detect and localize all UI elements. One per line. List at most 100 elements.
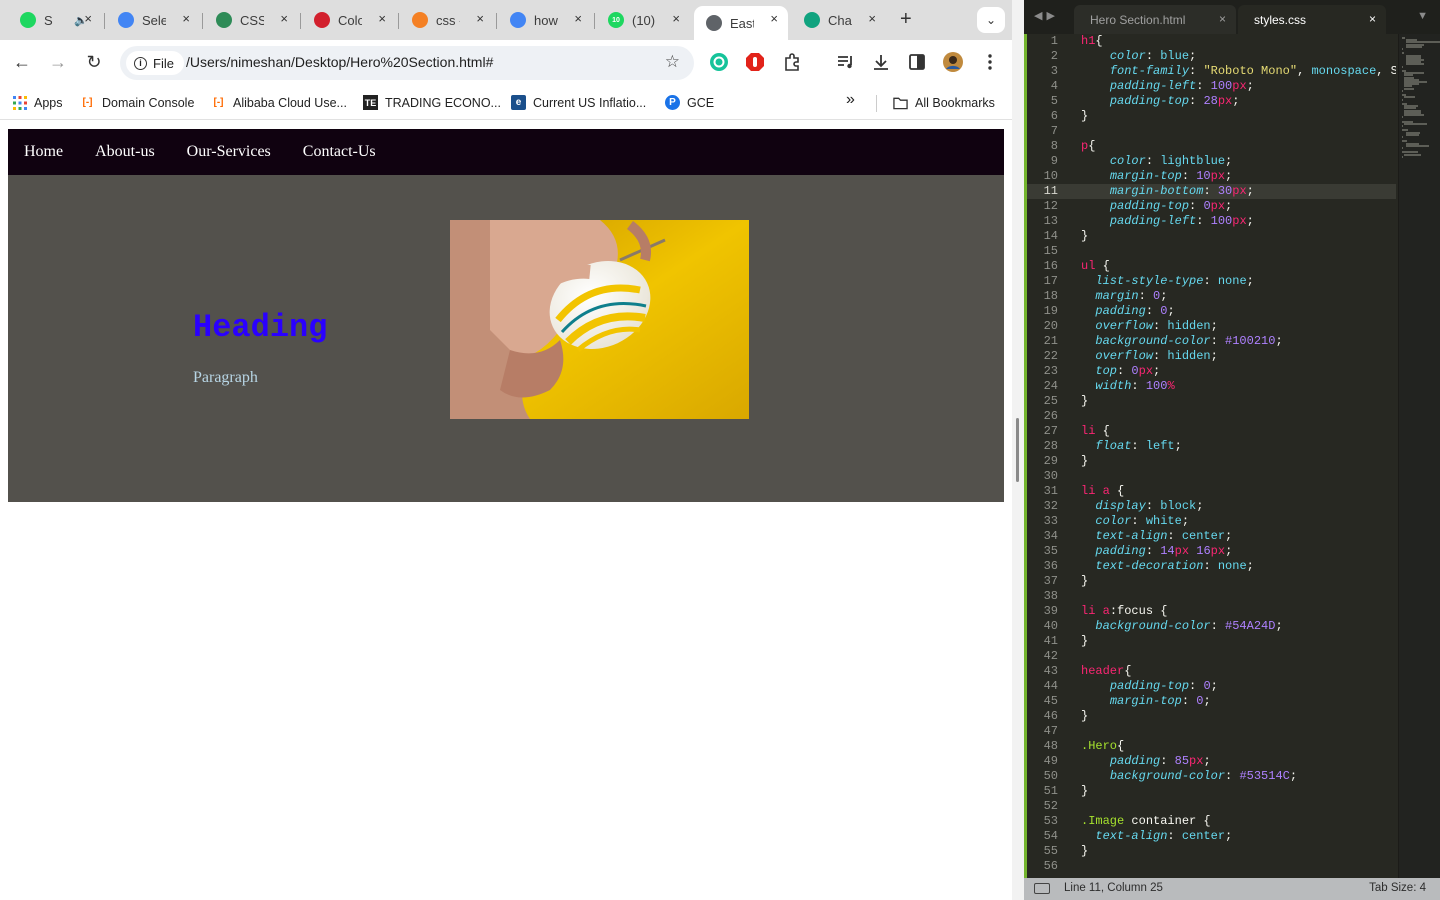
close-icon[interactable]: ×: [1369, 12, 1376, 26]
code-line[interactable]: 52: [1024, 799, 1396, 814]
editor-tab-css[interactable]: styles.css ×: [1238, 5, 1386, 34]
reload-button[interactable]: ↻: [83, 52, 105, 73]
code-line[interactable]: 53 .Image container {: [1024, 814, 1396, 829]
code-line[interactable]: 36 text-decoration: none;: [1024, 559, 1396, 574]
splitter-grip[interactable]: [1016, 418, 1019, 482]
code-line[interactable]: 48 .Hero{: [1024, 739, 1396, 754]
code-line[interactable]: 31 li a {: [1024, 484, 1396, 499]
code-line[interactable]: 44 padding-top: 0;: [1024, 679, 1396, 694]
code-line[interactable]: 23 top: 0px;: [1024, 364, 1396, 379]
close-icon[interactable]: ×: [476, 11, 484, 26]
bookmark-alibaba-cloud[interactable]: [-] Alibaba Cloud Use...: [211, 95, 347, 110]
grammarly-extension-icon[interactable]: [709, 52, 729, 72]
nav-link-home[interactable]: Home: [8, 129, 79, 175]
tab-scroll-arrows[interactable]: ◀▶: [1034, 9, 1059, 22]
profile-avatar[interactable]: [943, 52, 963, 72]
code-line[interactable]: 3 font-family: "Roboto Mono", monospace,…: [1024, 64, 1396, 79]
close-icon[interactable]: ×: [182, 11, 190, 26]
code-line[interactable]: 17 list-style-type: none;: [1024, 274, 1396, 289]
code-line[interactable]: 45 margin-top: 0;: [1024, 694, 1396, 709]
code-line[interactable]: 19 padding: 0;: [1024, 304, 1396, 319]
close-icon[interactable]: ×: [84, 11, 92, 26]
code-line[interactable]: 26: [1024, 409, 1396, 424]
code-line[interactable]: 10 margin-top: 10px;: [1024, 169, 1396, 184]
code-line[interactable]: 13 padding-left: 100px;: [1024, 214, 1396, 229]
tab-search-button[interactable]: ⌄: [977, 7, 1005, 33]
all-bookmarks-button[interactable]: All Bookmarks: [893, 95, 995, 110]
url-text[interactable]: /Users/nimeshan/Desktop/Hero%20Section.h…: [186, 54, 493, 70]
code-line[interactable]: 18 margin: 0;: [1024, 289, 1396, 304]
code-line[interactable]: 6}: [1024, 109, 1396, 124]
editor-tab-html[interactable]: Hero Section.html ×: [1074, 5, 1236, 34]
new-tab-button[interactable]: +: [900, 8, 912, 31]
code-line[interactable]: 28 float: left;: [1024, 439, 1396, 454]
browser-tab[interactable]: Easte ×: [694, 6, 788, 40]
adblock-extension-icon[interactable]: [745, 52, 765, 72]
browser-tab[interactable]: Colo ×: [302, 6, 396, 34]
bookmark-us-inflation[interactable]: e Current US Inflatio...: [511, 95, 646, 110]
browser-tab[interactable]: Selec ×: [106, 6, 200, 34]
browser-tab[interactable]: Chat ×: [792, 6, 886, 34]
close-icon[interactable]: ×: [1219, 12, 1226, 26]
tab-size[interactable]: Tab Size: 4: [1369, 882, 1426, 894]
code-line[interactable]: 9 color: lightblue;: [1024, 154, 1396, 169]
back-button[interactable]: ←: [11, 52, 33, 73]
code-line[interactable]: 8 p{: [1024, 139, 1396, 154]
site-info-chip[interactable]: i File: [126, 51, 184, 75]
code-line[interactable]: 56: [1024, 859, 1396, 874]
code-line[interactable]: 33 color: white;: [1024, 514, 1396, 529]
nav-link-about[interactable]: About-us: [79, 129, 171, 175]
code-line[interactable]: 38: [1024, 589, 1396, 604]
code-line[interactable]: 40 background-color: #54A24D;: [1024, 619, 1396, 634]
code-line[interactable]: 46}: [1024, 709, 1396, 724]
close-icon[interactable]: ×: [574, 11, 582, 26]
code-line[interactable]: 4 padding-left: 100px;: [1024, 79, 1396, 94]
code-line[interactable]: 54 text-align: center;: [1024, 829, 1396, 844]
code-line[interactable]: 27 li {: [1024, 424, 1396, 439]
code-line[interactable]: 16 ul {: [1024, 259, 1396, 274]
code-line[interactable]: 2 color: blue;: [1024, 49, 1396, 64]
code-line[interactable]: 41}: [1024, 634, 1396, 649]
browser-tab[interactable]: css - ×: [400, 6, 494, 34]
code-line[interactable]: 29}: [1024, 454, 1396, 469]
bookmarks-overflow-button[interactable]: »: [846, 91, 855, 109]
browser-tab[interactable]: CSS ×: [204, 6, 298, 34]
close-icon[interactable]: ×: [868, 11, 876, 26]
browser-tab[interactable]: how ×: [498, 6, 592, 34]
forward-button[interactable]: →: [47, 52, 69, 73]
browser-tab[interactable]: 10 (10) ×: [596, 6, 690, 34]
code-line[interactable]: 50 background-color: #53514C;: [1024, 769, 1396, 784]
nav-link-contact[interactable]: Contact-Us: [287, 129, 392, 175]
extensions-puzzle-icon[interactable]: [782, 52, 802, 72]
code-line[interactable]: 25}: [1024, 394, 1396, 409]
minimap[interactable]: [1398, 34, 1440, 878]
download-icon[interactable]: [871, 52, 891, 72]
tab-list-dropdown-icon[interactable]: ▼: [1417, 10, 1428, 22]
code-line[interactable]: 39 li a:focus {: [1024, 604, 1396, 619]
code-line[interactable]: 37}: [1024, 574, 1396, 589]
bookmark-apps[interactable]: Apps: [12, 95, 63, 110]
bookmark-star-icon[interactable]: ☆: [665, 52, 680, 72]
code-area[interactable]: 1 h1{2 color: blue; 3 font-family: "Roboto…: [1024, 34, 1396, 878]
code-line[interactable]: 49 padding: 85px;: [1024, 754, 1396, 769]
close-icon[interactable]: ×: [280, 11, 288, 26]
code-line[interactable]: 51}: [1024, 784, 1396, 799]
side-panel-icon[interactable]: [907, 52, 927, 72]
code-line[interactable]: 55}: [1024, 844, 1396, 859]
media-controls-icon[interactable]: [836, 52, 856, 72]
code-line[interactable]: 20 overflow: hidden;: [1024, 319, 1396, 334]
code-line[interactable]: 24 width: 100%: [1024, 379, 1396, 394]
close-icon[interactable]: ×: [770, 11, 778, 26]
panel-toggle-icon[interactable]: [1034, 883, 1050, 894]
window-splitter[interactable]: [1012, 0, 1024, 900]
address-bar[interactable]: i File /Users/nimeshan/Desktop/Hero%20Se…: [120, 46, 694, 80]
kebab-menu-icon[interactable]: [980, 52, 1000, 72]
code-line[interactable]: 15: [1024, 244, 1396, 259]
bookmark-gce[interactable]: P GCE: [665, 95, 714, 110]
code-line[interactable]: 30: [1024, 469, 1396, 484]
browser-tab[interactable]: S 🔈 ×: [8, 6, 102, 34]
code-line[interactable]: 1 h1{: [1024, 34, 1396, 49]
code-line[interactable]: 22 overflow: hidden;: [1024, 349, 1396, 364]
code-line[interactable]: 42: [1024, 649, 1396, 664]
code-line[interactable]: 43 header{: [1024, 664, 1396, 679]
